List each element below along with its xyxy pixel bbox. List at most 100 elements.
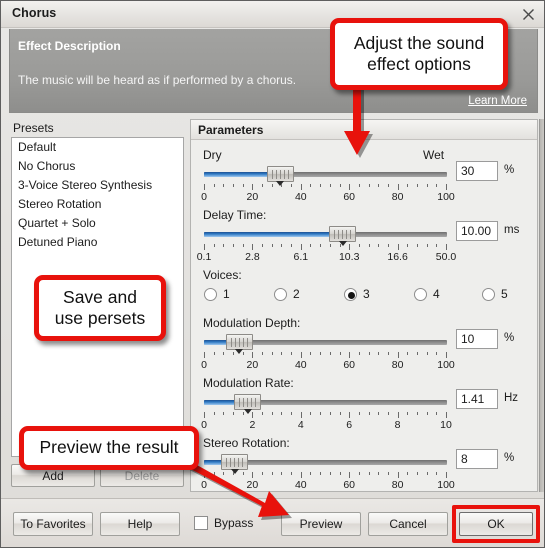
radio-circle[interactable] [414, 288, 427, 301]
tick-minor [242, 352, 244, 355]
modulation-depth-value-input[interactable]: 10 [456, 329, 498, 349]
list-item[interactable]: 3-Voice Stereo Synthesis [12, 176, 183, 195]
tick-major [397, 412, 399, 418]
annotation-presets: Save and use persets [34, 275, 166, 341]
tick-minor [358, 184, 360, 187]
tick-minor [329, 412, 331, 415]
tick-label: 0 [201, 479, 207, 491]
effect-description-heading: Effect Description [18, 39, 121, 53]
delay-time-unit: ms [504, 224, 520, 236]
tick-major [252, 352, 254, 358]
modulation-rate-slider[interactable] [204, 394, 447, 414]
tick-minor [416, 352, 418, 355]
delay-time-slider[interactable] [204, 226, 447, 246]
tick-minor [310, 352, 312, 355]
tick-minor [436, 472, 438, 475]
list-item[interactable]: Stereo Rotation [12, 195, 183, 214]
list-item[interactable]: Default [12, 138, 183, 157]
tick-label: 6.1 [293, 251, 309, 263]
close-icon[interactable] [514, 3, 542, 25]
tick-minor [310, 472, 312, 475]
tick-label: 10 [440, 419, 452, 431]
tick-minor [262, 472, 264, 475]
tick-minor [310, 244, 312, 247]
tick-major [204, 412, 205, 418]
tick-label: 100 [437, 191, 455, 203]
tick-minor [339, 412, 341, 415]
to-favorites-button[interactable]: To Favorites [13, 512, 93, 536]
radio-circle[interactable] [274, 288, 287, 301]
radio-label: 2 [293, 287, 300, 301]
tick-minor [329, 184, 331, 187]
parameters-title: Parameters [198, 123, 264, 137]
modulation-rate-value-input[interactable]: 1.41 [456, 389, 498, 409]
tick-label: 40 [294, 191, 307, 203]
tick-minor [378, 352, 380, 355]
slider-thumb[interactable] [266, 166, 294, 182]
tick-minor [378, 472, 380, 475]
slider-tick-labels: 0.1 2.8 6.1 10.3 16.6 50.0 [191, 251, 537, 265]
list-item[interactable]: No Chorus [12, 157, 183, 176]
tick-minor [368, 412, 370, 415]
slider-tick-labels: 0 2 4 6 8 10 [191, 419, 537, 433]
stereo-rotation-slider[interactable] [204, 454, 447, 474]
tick-major [349, 352, 351, 358]
slider-tick-labels: 0 20 40 60 80 100 [191, 359, 537, 373]
tick-minor [233, 184, 235, 187]
help-button[interactable]: Help [100, 512, 180, 536]
slider-ticks [204, 472, 447, 479]
slider-ticks [204, 244, 447, 251]
tick-minor [368, 184, 370, 187]
tick-minor [242, 184, 244, 187]
tick-label: 0.1 [196, 251, 212, 263]
tick-minor [223, 184, 225, 187]
tick-minor [368, 352, 370, 355]
learn-more-link[interactable]: Learn More [468, 95, 527, 107]
modulation-depth-unit: % [504, 332, 515, 344]
list-item[interactable]: Detuned Piano [12, 233, 183, 252]
tick-minor [416, 472, 418, 475]
bypass-checkbox[interactable]: Bypass [194, 516, 253, 530]
slider-thumb[interactable] [329, 226, 357, 242]
slider-thumb[interactable] [225, 334, 253, 350]
bypass-checkbox-box[interactable] [194, 516, 208, 530]
tick-major [349, 472, 351, 478]
modulation-depth-slider[interactable] [204, 334, 447, 354]
radio-circle[interactable] [204, 288, 217, 301]
tick-minor [387, 184, 389, 187]
tick-major [446, 412, 447, 418]
tick-minor [436, 184, 438, 187]
cancel-button[interactable]: Cancel [368, 512, 448, 536]
radio-circle[interactable] [482, 288, 495, 301]
tick-minor [291, 244, 293, 247]
tick-label: 80 [391, 359, 404, 371]
stereo-rotation-value-input[interactable]: 8 [456, 449, 498, 469]
dry-wet-slider[interactable] [204, 166, 447, 186]
preview-button[interactable]: Preview [281, 512, 361, 536]
radio-circle[interactable] [344, 288, 357, 301]
tick-minor [291, 412, 293, 415]
tick-major [300, 244, 302, 250]
tick-minor [223, 412, 225, 415]
tick-major [446, 184, 447, 190]
tick-minor [378, 412, 380, 415]
tick-minor [426, 184, 428, 187]
tick-minor [387, 472, 389, 475]
slider-thumb[interactable] [221, 454, 249, 470]
tick-minor [281, 352, 283, 355]
radio-label: 5 [501, 287, 508, 301]
delay-time-value-input[interactable]: 10.00 [456, 221, 498, 241]
tick-minor [242, 412, 244, 415]
tick-minor [407, 244, 409, 247]
slider-thumb[interactable] [234, 394, 262, 410]
tick-minor [223, 472, 225, 475]
tick-minor [291, 352, 293, 355]
list-item[interactable]: Quartet + Solo [12, 214, 183, 233]
ok-button[interactable]: OK [459, 512, 533, 536]
tick-minor [358, 472, 360, 475]
vertical-scrollbar[interactable] [539, 119, 544, 492]
slider-ticks [204, 412, 447, 419]
tick-major [349, 184, 351, 190]
parameters-panel: Parameters Dry Wet 0 20 40 60 80 100 30 % Del… [190, 119, 538, 492]
dry-wet-value-input[interactable]: 30 [456, 161, 498, 181]
